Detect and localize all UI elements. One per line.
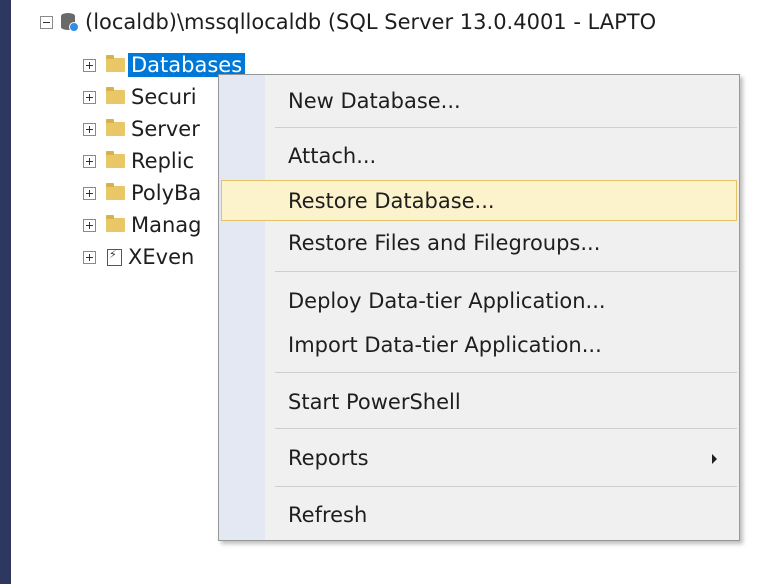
- menu-separator: [275, 372, 737, 373]
- folder-icon: [106, 55, 125, 72]
- tree-node-label[interactable]: XEven: [128, 245, 194, 269]
- tree-node-server-objects[interactable]: Server: [83, 113, 200, 145]
- menu-item-label: Start PowerShell: [288, 390, 461, 414]
- menu-item-restore-database[interactable]: Restore Database...: [221, 180, 737, 221]
- submenu-arrow-icon: [712, 454, 717, 464]
- menu-item-label: Reports: [288, 446, 369, 470]
- context-menu: New Database... Attach... Restore Databa…: [218, 74, 740, 541]
- tree-node-polybase[interactable]: PolyBa: [83, 177, 201, 209]
- expand-icon[interactable]: [83, 218, 96, 232]
- menu-item-new-database[interactable]: New Database...: [221, 83, 737, 119]
- expand-icon[interactable]: [83, 186, 96, 200]
- menu-separator: [275, 127, 737, 128]
- tree-node-xevent-profiler[interactable]: XEven: [83, 241, 194, 273]
- menu-separator: [275, 486, 737, 487]
- expand-icon[interactable]: [83, 154, 96, 168]
- expand-icon[interactable]: [83, 122, 96, 136]
- menu-separator: [275, 428, 737, 429]
- folder-icon: [106, 87, 125, 104]
- menu-item-refresh[interactable]: Refresh: [221, 497, 737, 533]
- expand-icon[interactable]: [83, 250, 96, 264]
- menu-item-deploy-data-tier[interactable]: Deploy Data-tier Application...: [221, 283, 737, 319]
- menu-item-label: Restore Files and Filegroups...: [288, 231, 601, 255]
- folder-icon: [106, 183, 125, 200]
- menu-item-import-data-tier[interactable]: Import Data-tier Application...: [221, 327, 737, 363]
- folder-icon: [106, 119, 125, 136]
- menu-item-label: Deploy Data-tier Application...: [288, 289, 606, 313]
- server-node-label[interactable]: (localdb)\mssqllocaldb (SQL Server 13.0.…: [85, 10, 656, 34]
- xevent-icon: [107, 248, 122, 266]
- tree-node-label[interactable]: Securi: [131, 85, 197, 109]
- menu-item-attach[interactable]: Attach...: [221, 138, 737, 174]
- menu-item-start-powershell[interactable]: Start PowerShell: [221, 384, 737, 420]
- tree-node-label[interactable]: Server: [131, 117, 200, 141]
- tree-node-label[interactable]: Manag: [131, 213, 202, 237]
- tree-node-replication[interactable]: Replic: [83, 145, 194, 177]
- folder-icon: [106, 151, 125, 168]
- tree-node-label[interactable]: Replic: [131, 149, 194, 173]
- window-left-edge: [0, 0, 11, 584]
- menu-item-label: Import Data-tier Application...: [288, 333, 602, 357]
- tree-node-label[interactable]: PolyBa: [131, 181, 201, 205]
- collapse-icon[interactable]: [40, 15, 53, 29]
- menu-item-label: Attach...: [288, 144, 377, 168]
- menu-item-restore-files-filegroups[interactable]: Restore Files and Filegroups...: [221, 225, 737, 261]
- expand-icon[interactable]: [83, 58, 96, 72]
- menu-separator: [275, 271, 737, 272]
- menu-item-label: Restore Database...: [288, 188, 495, 213]
- server-icon: [60, 12, 79, 32]
- menu-item-reports[interactable]: Reports: [221, 440, 737, 476]
- folder-icon: [106, 215, 125, 232]
- expand-icon[interactable]: [83, 90, 96, 104]
- tree-node-server[interactable]: (localdb)\mssqllocaldb (SQL Server 13.0.…: [40, 6, 656, 38]
- menu-item-label: New Database...: [288, 89, 461, 113]
- tree-node-management[interactable]: Manag: [83, 209, 202, 241]
- tree-node-security[interactable]: Securi: [83, 81, 197, 113]
- menu-item-label: Refresh: [288, 503, 368, 527]
